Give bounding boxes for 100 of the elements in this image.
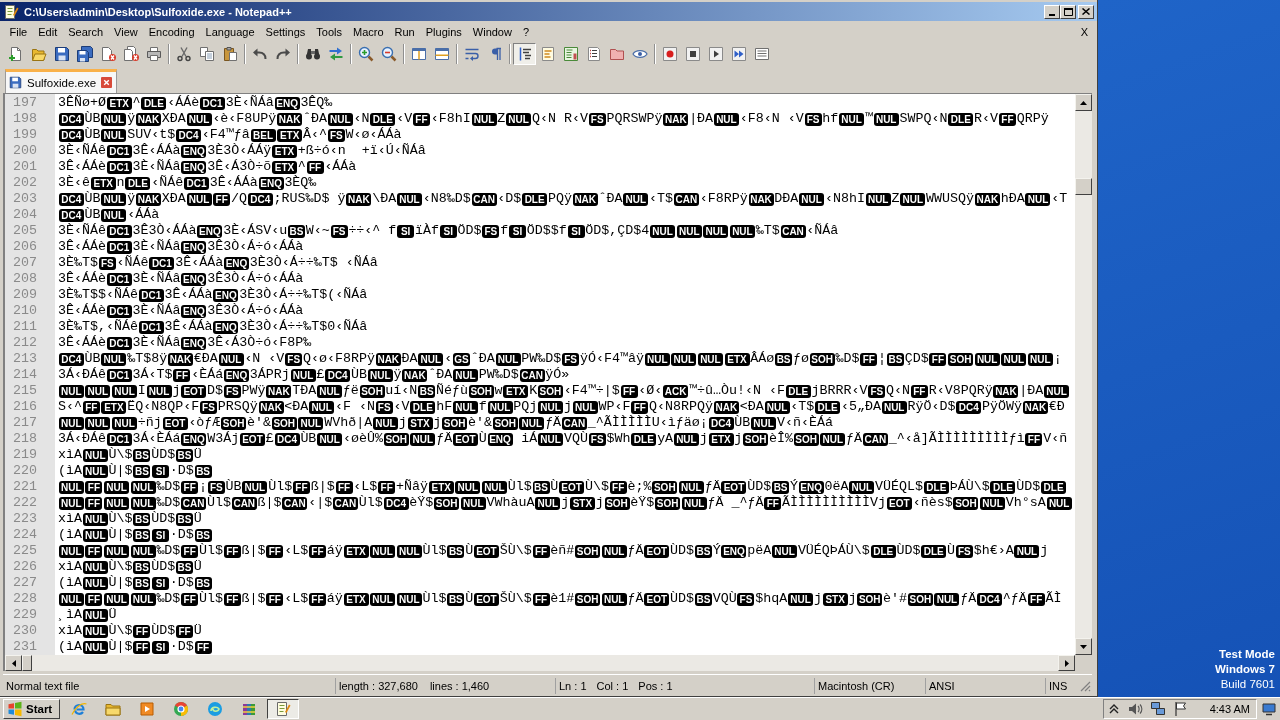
list-document-icon bbox=[585, 46, 602, 62]
menu-item[interactable]: Macro bbox=[347, 25, 390, 38]
file-tab[interactable]: Sulfoxide.exe bbox=[5, 69, 118, 93]
control-code: NUL bbox=[101, 192, 127, 206]
code-text: 3Á‹T$ bbox=[132, 367, 173, 383]
code-text: 3È‹ÑÁâ bbox=[132, 271, 181, 287]
code-text: Ùl$ bbox=[198, 543, 223, 559]
control-code: ETX bbox=[343, 544, 369, 558]
swap-arrows-icon bbox=[327, 46, 344, 62]
code-text: n bbox=[116, 175, 125, 191]
network-icon[interactable] bbox=[1149, 701, 1166, 717]
line-number: 216 bbox=[13, 399, 37, 415]
horizontal-scrollbar[interactable] bbox=[5, 655, 1075, 671]
menu-item[interactable]: Encoding bbox=[143, 25, 201, 38]
code-text: ÇD$ bbox=[904, 351, 929, 367]
minimize-button[interactable] bbox=[1044, 4, 1060, 19]
code-text: 3È‹ÁSV‹u bbox=[223, 223, 288, 239]
line-number: 207 bbox=[13, 255, 37, 271]
taskbar-button[interactable] bbox=[267, 699, 299, 719]
code-text: 3Ê‹Á3Ò÷õ bbox=[207, 159, 272, 175]
control-code: DC4 bbox=[274, 432, 300, 446]
menu-item[interactable]: Language bbox=[200, 25, 261, 38]
chevron-up-icon[interactable] bbox=[1107, 703, 1120, 715]
control-code: FF bbox=[85, 496, 103, 510]
menu-item[interactable]: Run bbox=[389, 25, 421, 38]
menu-item[interactable]: Plugins bbox=[420, 25, 468, 38]
control-code: SOH bbox=[575, 544, 601, 558]
control-code: NUL bbox=[146, 384, 172, 398]
close-icon[interactable] bbox=[101, 77, 113, 88]
scrollbar-thumb[interactable] bbox=[1075, 178, 1092, 195]
code-text: ˆÐA bbox=[470, 351, 495, 367]
menu-item[interactable]: View bbox=[108, 25, 144, 38]
control-code: BS bbox=[775, 352, 793, 366]
control-code: NUL bbox=[644, 352, 670, 366]
menu-item[interactable]: Search bbox=[62, 25, 109, 38]
control-code: FF bbox=[910, 384, 928, 398]
control-code: DLE bbox=[522, 192, 548, 206]
scroll-left-button[interactable] bbox=[5, 655, 22, 671]
code-text: <ÐA bbox=[284, 399, 309, 415]
scrollbar-corner bbox=[1075, 655, 1092, 671]
control-code: BS bbox=[447, 592, 465, 606]
code-text: ÙB bbox=[225, 479, 242, 495]
control-code: NUL bbox=[974, 352, 1000, 366]
code-text: ÙB bbox=[84, 191, 101, 207]
scroll-down-button[interactable] bbox=[1075, 638, 1092, 655]
control-code: NUL bbox=[309, 400, 335, 414]
code-text: ‹N bbox=[353, 111, 370, 127]
code-text: ‹F4™ƒâ bbox=[201, 127, 250, 143]
scrollbar-thumb[interactable] bbox=[22, 655, 32, 671]
code-text: ÙD$ bbox=[151, 511, 176, 527]
desktop-text: Test Mode bbox=[1219, 647, 1275, 662]
code-text: V‹ñ‹ÈÁá bbox=[776, 415, 833, 431]
menu-item[interactable]: Tools bbox=[310, 25, 348, 38]
text-editor[interactable] bbox=[3, 93, 1092, 671]
menu-item[interactable]: ? bbox=[517, 25, 535, 38]
code-text: Z bbox=[497, 111, 506, 127]
control-code: FF bbox=[82, 400, 100, 414]
code-text: €ÐA bbox=[193, 351, 218, 367]
control-code: STX bbox=[569, 496, 595, 510]
window-horizontal-split-icon bbox=[433, 46, 450, 62]
code-text: ‹ÁÁè bbox=[167, 95, 200, 111]
clock-text[interactable]: 4:43 AM bbox=[1209, 703, 1250, 715]
speaker-icon[interactable] bbox=[1126, 701, 1143, 717]
control-code: NUL bbox=[535, 496, 561, 510]
control-code: SI bbox=[439, 224, 457, 238]
toolbar-button[interactable] bbox=[513, 43, 536, 65]
code-text: yA bbox=[657, 431, 674, 447]
code-text: I bbox=[137, 383, 146, 399]
start-button[interactable]: Start bbox=[3, 699, 60, 719]
code-text: ‹F8hI bbox=[430, 111, 471, 127]
control-code: NUL bbox=[112, 384, 137, 398]
control-code: ENQ bbox=[181, 240, 207, 254]
flag-icon[interactable] bbox=[1172, 701, 1189, 717]
code-text: Ùl$ bbox=[358, 495, 383, 511]
control-code: DC1 bbox=[138, 288, 164, 302]
code-text: ƒÄ bbox=[846, 431, 863, 447]
code-text: ¦ bbox=[878, 351, 887, 367]
close-button[interactable] bbox=[1078, 4, 1094, 19]
control-code: FF bbox=[181, 592, 199, 606]
menu-item[interactable]: Settings bbox=[260, 25, 311, 38]
vertical-scrollbar[interactable] bbox=[1075, 94, 1092, 655]
code-text: èñ# bbox=[550, 543, 575, 559]
close-document-button[interactable]: X bbox=[1080, 25, 1088, 38]
control-code: EOT bbox=[473, 592, 499, 606]
menu-item[interactable]: Window bbox=[467, 25, 518, 38]
code-text: 3È‹ÑÁê bbox=[58, 143, 106, 159]
control-code: FF bbox=[998, 112, 1016, 126]
menu-item[interactable]: Edit bbox=[32, 25, 63, 38]
scroll-right-button[interactable] bbox=[1058, 655, 1075, 671]
control-code: FF bbox=[85, 480, 103, 494]
control-code: ETX bbox=[106, 96, 132, 110]
code-text: PQÿ bbox=[547, 191, 572, 207]
play-icon bbox=[707, 46, 724, 62]
code-text: w bbox=[494, 383, 503, 399]
scroll-up-button[interactable] bbox=[1075, 94, 1092, 111]
code-text: Ù bbox=[947, 543, 956, 559]
menu-item[interactable]: File bbox=[4, 25, 33, 38]
books-icon bbox=[241, 701, 257, 717]
maximize-button[interactable] bbox=[1060, 4, 1076, 19]
code-text: j bbox=[848, 591, 857, 607]
